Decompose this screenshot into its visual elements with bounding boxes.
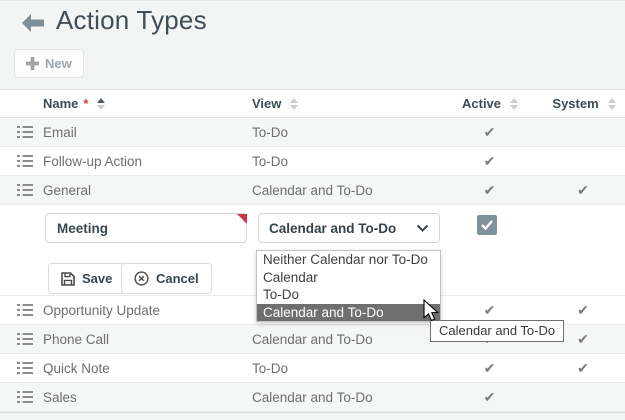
dropdown-option-highlighted[interactable]: Calendar and To-Do [257, 304, 440, 322]
sort-icon [608, 98, 616, 110]
table-header-row: Name * View Active System [0, 90, 625, 118]
rows-top-group: Email To-Do ✔ Follow-up Action To-Do ✔ [0, 118, 625, 205]
list-handle-icon[interactable] [17, 333, 33, 345]
checkbox-check-icon [481, 220, 493, 230]
active-check: ✔ [484, 303, 496, 317]
cancel-button[interactable]: Cancel [121, 263, 212, 294]
header-view-label: View [252, 96, 281, 111]
view-select-value: Calendar and To-Do [269, 221, 396, 236]
new-button-label: New [45, 56, 72, 71]
save-icon [61, 272, 75, 286]
back-button[interactable] [22, 14, 44, 32]
row-view: Calendar and To-Do [252, 390, 373, 405]
sort-icon [97, 98, 105, 110]
active-check: ✔ [484, 390, 496, 404]
system-check: ✔ [577, 332, 589, 346]
row-name: Opportunity Update [43, 303, 160, 318]
dropdown-option[interactable]: Neither Calendar nor To-Do [257, 251, 440, 269]
active-check: ✔ [484, 361, 496, 375]
header-active-label: Active [462, 96, 501, 111]
header-system-label: System [552, 96, 598, 111]
system-check: ✔ [577, 303, 589, 317]
view-select-dropdown: Neither Calendar nor To-Do Calendar To-D… [256, 250, 441, 322]
name-input[interactable] [45, 213, 247, 243]
table-row[interactable]: Follow-up Action To-Do ✔ [0, 147, 625, 176]
row-view: To-Do [252, 154, 288, 169]
row-view: To-Do [252, 125, 288, 140]
sort-icon [510, 98, 518, 110]
cancel-button-label: Cancel [156, 271, 199, 286]
tooltip: Calendar and To-Do [430, 320, 564, 342]
table-row[interactable]: Sales Calendar and To-Do ✔ [0, 383, 625, 412]
list-handle-icon[interactable] [17, 391, 33, 403]
header-active[interactable]: Active [462, 96, 518, 111]
plus-icon [26, 57, 39, 70]
required-asterisk: * [83, 96, 88, 111]
header-name[interactable]: Name * [43, 96, 252, 111]
active-checkbox[interactable] [477, 215, 497, 235]
save-button-label: Save [82, 271, 112, 286]
required-corner-marker [237, 214, 247, 224]
system-check: ✔ [577, 361, 589, 375]
row-view: Calendar and To-Do [252, 332, 373, 347]
row-view: To-Do [252, 361, 288, 376]
cancel-icon [134, 271, 149, 286]
row-view: Calendar and To-Do [252, 183, 373, 198]
list-handle-icon[interactable] [17, 155, 33, 167]
row-name: Follow-up Action [43, 154, 142, 169]
view-select[interactable]: Calendar and To-Do [258, 213, 440, 243]
chevron-down-icon [416, 224, 429, 232]
active-check: ✔ [484, 125, 496, 139]
active-check: ✔ [484, 183, 496, 197]
row-name: General [43, 183, 91, 198]
new-button[interactable]: New [14, 49, 84, 78]
dropdown-option[interactable]: To-Do [257, 286, 440, 304]
save-button[interactable]: Save [48, 263, 125, 294]
row-name: Email [43, 125, 77, 140]
table-row[interactable]: Email To-Do ✔ [0, 118, 625, 147]
back-arrow-icon [22, 14, 44, 32]
list-handle-icon[interactable] [17, 304, 33, 316]
header-name-label: Name [43, 96, 78, 111]
list-handle-icon[interactable] [17, 184, 33, 196]
header-system[interactable]: System [518, 96, 625, 111]
row-name: Quick Note [43, 361, 110, 376]
action-types-page: Action Types New Name * View Active [0, 0, 625, 420]
active-check: ✔ [484, 154, 496, 168]
header-view[interactable]: View [252, 96, 462, 111]
dropdown-option[interactable]: Calendar [257, 269, 440, 287]
table-row[interactable]: Quick Note To-Do ✔ ✔ [0, 354, 625, 383]
row-name: Sales [43, 390, 77, 405]
list-handle-icon[interactable] [17, 362, 33, 374]
system-check: ✔ [577, 183, 589, 197]
sort-icon [290, 98, 298, 110]
list-handle-icon[interactable] [17, 126, 33, 138]
table-row[interactable]: General Calendar and To-Do ✔ ✔ [0, 176, 625, 205]
row-name: Phone Call [43, 332, 109, 347]
page-title: Action Types [56, 5, 207, 36]
